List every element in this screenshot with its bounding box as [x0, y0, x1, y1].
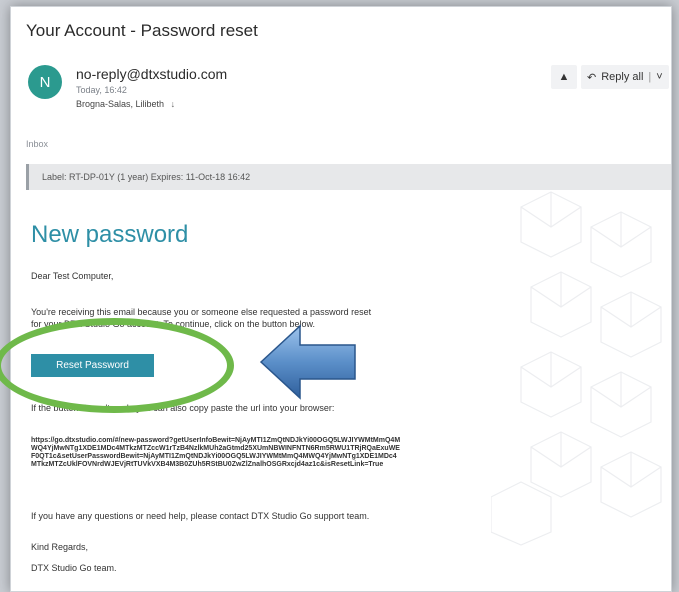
folder-name: Inbox	[26, 139, 49, 149]
chevron-down-icon[interactable]: ˅	[656, 71, 662, 83]
sender-address[interactable]: no-reply@dtxstudio.com	[76, 66, 227, 82]
like-button[interactable]: ▲	[551, 65, 577, 89]
email-heading: New password	[31, 221, 189, 248]
thumbs-up-icon: ▲	[558, 71, 570, 83]
annotation-ring	[0, 318, 234, 413]
reset-url-link[interactable]: https://go.dtxstudio.com/#/new-password?…	[31, 437, 401, 469]
reply-all-icon: ↶	[587, 71, 597, 84]
greeting: Dear Test Computer,	[31, 271, 114, 281]
signature: DTX Studio Go team.	[31, 563, 117, 573]
regards: Kind Regards,	[31, 542, 89, 552]
intro-line-1: You're receiving this email because you …	[31, 307, 372, 317]
help-text: If you have any questions or need help, …	[31, 511, 370, 521]
reply-all-button[interactable]: ↶ Reply all | ˅	[581, 65, 669, 89]
recipient-line[interactable]: Brogna-Salas, Lilibeth ↓	[76, 99, 175, 109]
recipient-name: Brogna-Salas, Lilibeth	[76, 99, 165, 109]
email-subject: Your Account - Password reset	[26, 21, 258, 40]
cube-pattern-watermark	[491, 191, 662, 546]
email-window: Your Account - Password reset N no-reply…	[10, 6, 672, 592]
sender-avatar[interactable]: N	[28, 65, 62, 99]
retention-label: Label: RT-DP-01Y (1 year) Expires: 11-Oc…	[42, 172, 251, 182]
divider: |	[648, 71, 652, 83]
reply-all-label: Reply all	[601, 71, 644, 83]
annotation-arrow-icon	[259, 324, 356, 400]
chevron-down-icon[interactable]: ↓	[171, 99, 176, 109]
email-time: Today, 16:42	[76, 85, 127, 95]
